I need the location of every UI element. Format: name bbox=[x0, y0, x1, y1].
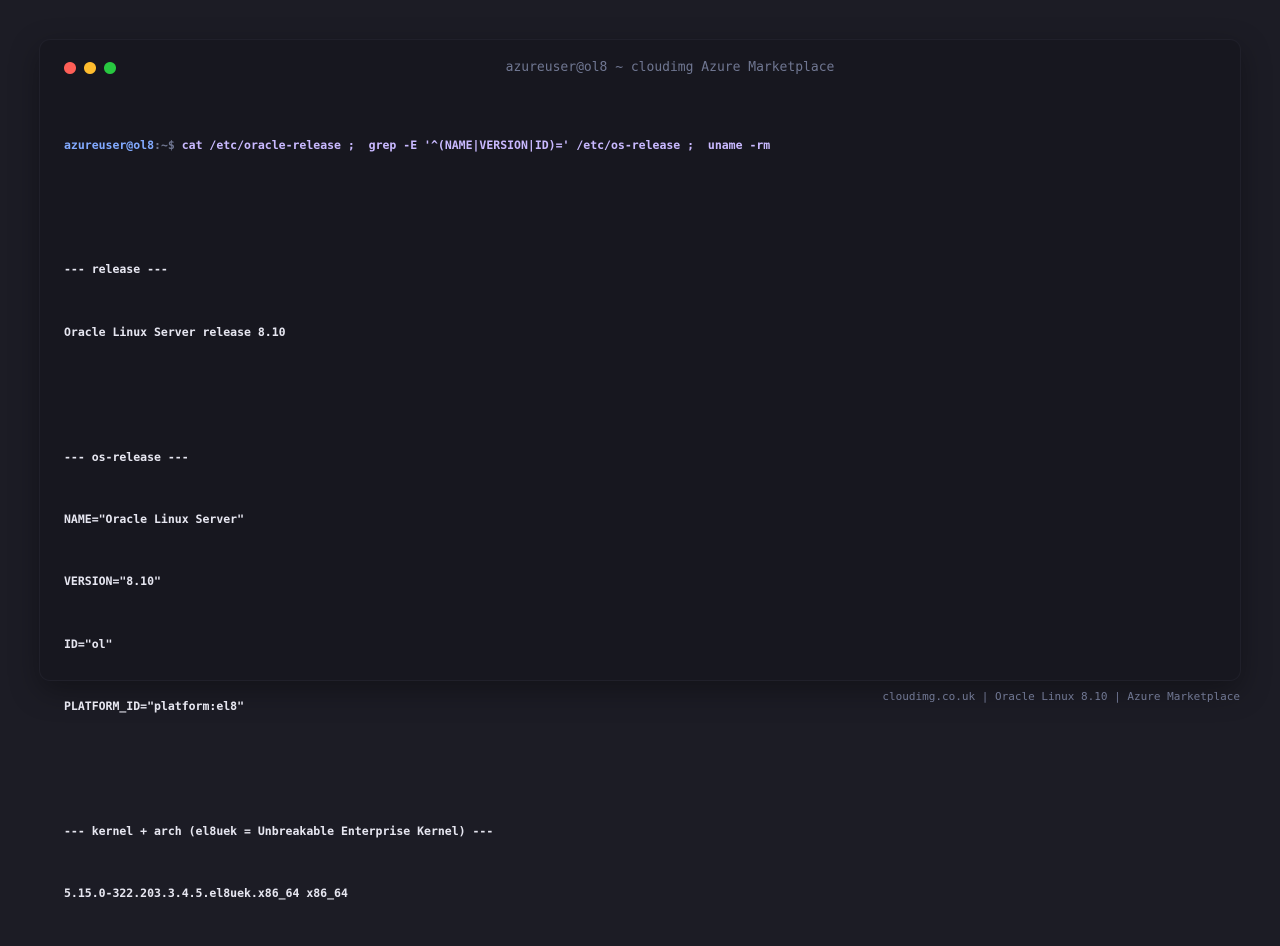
prompt-user: azureuser@ol8 bbox=[64, 137, 155, 152]
release-line: Oracle Linux Server release 8.10 bbox=[64, 324, 286, 339]
command-line: azureuser@ol8:~$ cat /etc/oracle-release… bbox=[64, 135, 1214, 156]
os-release-line: NAME="Oracle Linux Server" bbox=[64, 511, 245, 526]
release-header: --- release --- bbox=[64, 262, 168, 277]
kernel-header: --- kernel + arch (el8uek = Unbreakable … bbox=[64, 823, 494, 838]
os-release-line: ID="ol" bbox=[64, 636, 113, 651]
command-text: cat /etc/oracle-release ; grep -E '^(NAM… bbox=[174, 137, 771, 152]
os-release-line: VERSION="8.10" bbox=[64, 574, 161, 589]
prompt-path: :~$ bbox=[154, 137, 175, 152]
terminal-output[interactable]: azureuser@ol8:~$ cat /etc/oracle-release… bbox=[64, 93, 1214, 946]
os-release-header: --- os-release --- bbox=[64, 449, 189, 464]
kernel-line: 5.15.0-322.203.3.4.5.el8uek.x86_64 x86_6… bbox=[64, 886, 348, 901]
terminal-window: azureuser@ol8 ~ cloudimg Azure Marketpla… bbox=[40, 40, 1240, 900]
window-title: azureuser@ol8 ~ cloudimg Azure Marketpla… bbox=[505, 60, 835, 75]
title-bar: azureuser@ol8 ~ cloudimg Azure Marketpla… bbox=[40, 40, 1240, 96]
footer-caption: cloudimg.co.uk | Oracle Linux 8.10 | Azu… bbox=[882, 690, 1240, 703]
